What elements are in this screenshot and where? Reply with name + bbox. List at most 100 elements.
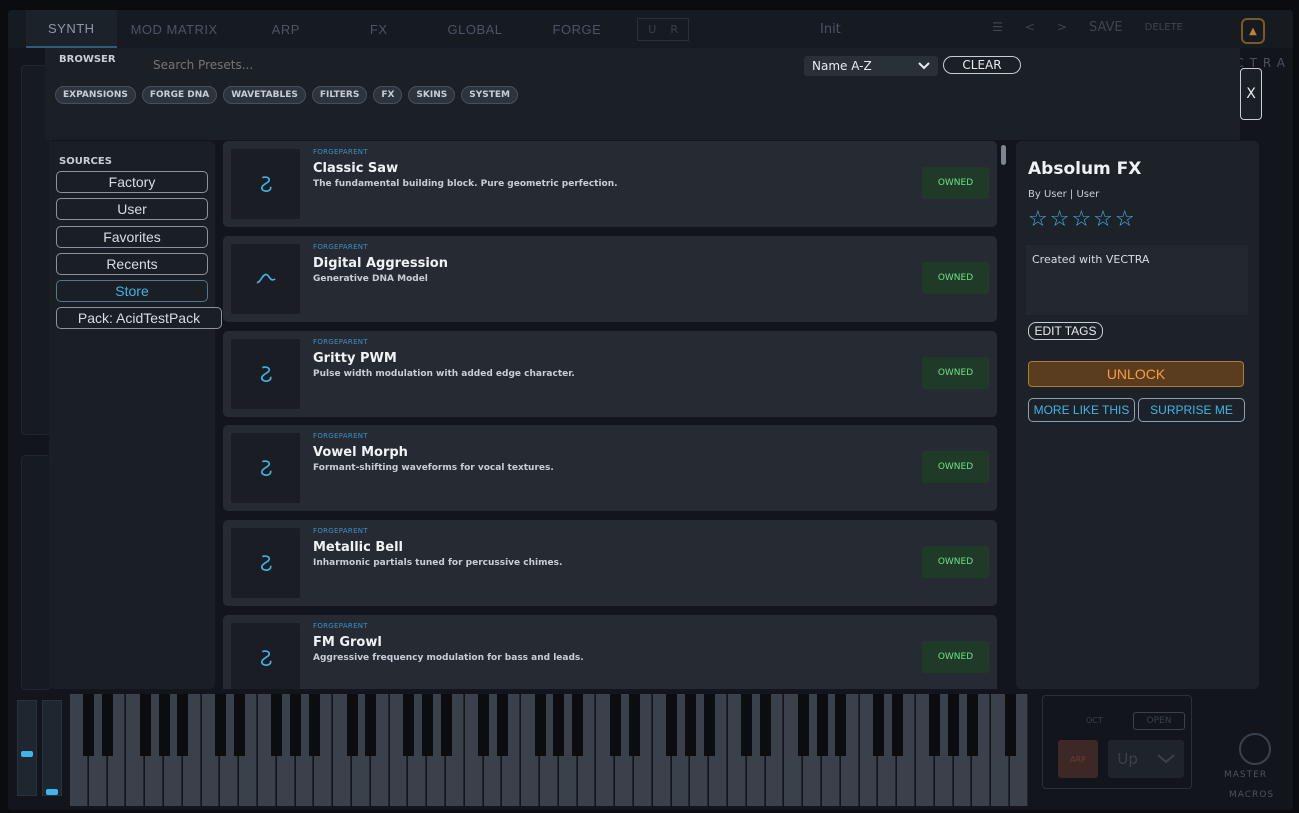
arp-direction-value: Up [1117, 750, 1138, 768]
chip-fx[interactable]: FX [373, 86, 403, 104]
black-key[interactable] [214, 694, 226, 756]
black-key[interactable] [760, 694, 772, 756]
delete-button[interactable]: DELETE [1145, 22, 1183, 35]
chip-wavetables[interactable]: WAVETABLES [223, 86, 306, 104]
black-key[interactable] [816, 694, 828, 756]
slider-knob[interactable] [21, 751, 33, 757]
black-key[interactable] [703, 694, 715, 756]
black-key[interactable] [872, 694, 884, 756]
chip-system[interactable]: SYSTEM [461, 86, 518, 104]
black-key[interactable] [139, 694, 151, 756]
black-key[interactable] [553, 694, 565, 756]
save-button[interactable]: SAVE [1089, 20, 1123, 35]
tab-mod-matrix[interactable]: MOD MATRIX [117, 10, 232, 48]
black-key[interactable] [628, 694, 640, 756]
black-key[interactable] [421, 694, 433, 756]
black-key[interactable] [572, 694, 584, 756]
preset-list-scrollbar[interactable] [1001, 141, 1007, 689]
unlock-button[interactable]: UNLOCK [1028, 361, 1244, 387]
open-button[interactable]: OPEN [1133, 712, 1185, 730]
search-input[interactable] [153, 58, 753, 72]
chevron-down-icon [1156, 750, 1175, 768]
source-favorites[interactable]: Favorites [56, 226, 208, 248]
black-key[interactable] [158, 694, 170, 756]
preset-row[interactable]: FORGEPARENT FM Growl Aggressive frequenc… [223, 615, 997, 689]
preset-description: Pulse width modulation with added edge c… [313, 369, 575, 379]
black-key[interactable] [835, 694, 847, 756]
tab-arp[interactable]: ARP [232, 10, 340, 48]
arp-direction-dropdown[interactable]: Up [1108, 740, 1184, 778]
scrollbar-thumb[interactable] [1001, 145, 1006, 165]
mod-wheel-slider[interactable] [42, 700, 62, 796]
source-pack-acidtestpack[interactable]: Pack: AcidTestPack [56, 307, 222, 329]
surprise-me-button[interactable]: SURPRISE ME [1138, 398, 1245, 422]
preset-detail-panel: Absolum FX By User | User ☆☆☆☆☆ Created … [1016, 141, 1259, 689]
master-volume-knob[interactable] [1239, 733, 1271, 765]
black-key[interactable] [102, 694, 114, 756]
chip-skins[interactable]: SKINS [408, 86, 456, 104]
source-user[interactable]: User [56, 198, 208, 220]
macros-label[interactable]: MACROS [1229, 790, 1274, 800]
undo-button[interactable]: U [648, 23, 656, 36]
black-key[interactable] [797, 694, 809, 756]
slider-knob[interactable] [46, 789, 58, 795]
clear-button[interactable]: CLEAR [943, 56, 1021, 74]
chip-forge-dna[interactable]: FORGE DNA [141, 86, 218, 104]
preset-row[interactable]: FORGEPARENT Digital Aggression Generativ… [223, 236, 997, 322]
preset-type: FORGEPARENT [313, 527, 368, 535]
piano-keyboard[interactable] [70, 694, 1030, 806]
more-like-this-button[interactable]: MORE LIKE THIS [1028, 398, 1135, 422]
black-key[interactable] [233, 694, 245, 756]
tab-fx[interactable]: FX [340, 10, 418, 48]
chip-filters[interactable]: FILTERS [311, 86, 368, 104]
black-key[interactable] [402, 694, 414, 756]
star-rating[interactable]: ☆☆☆☆☆ [1028, 207, 1137, 232]
preset-row[interactable]: FORGEPARENT Vowel Morph Formant-shifting… [223, 425, 997, 511]
tab-global[interactable]: GLOBAL [418, 10, 533, 48]
menu-icon[interactable]: ☰ [992, 20, 1003, 35]
next-preset-button[interactable]: > [1057, 20, 1067, 35]
close-browser-button[interactable]: X [1240, 68, 1262, 120]
sort-dropdown[interactable]: Name A-Z [804, 56, 938, 76]
chip-expansions[interactable]: EXPANSIONS [55, 86, 136, 104]
black-key[interactable] [684, 694, 696, 756]
edit-tags-button[interactable]: EDIT TAGS [1028, 322, 1103, 340]
tab-forge[interactable]: FORGE [533, 10, 622, 48]
black-key[interactable] [177, 694, 189, 756]
black-key[interactable] [534, 694, 546, 756]
sources-panel: SOURCES Factory User Favorites Recents S… [49, 141, 222, 689]
black-key[interactable] [666, 694, 678, 756]
arp-toggle-button[interactable]: ARP [1058, 740, 1098, 778]
black-key[interactable] [496, 694, 508, 756]
preset-row[interactable]: FORGEPARENT Gritty PWM Pulse width modul… [223, 331, 997, 417]
black-key[interactable] [741, 694, 753, 756]
black-key[interactable] [346, 694, 358, 756]
source-recents[interactable]: Recents [56, 253, 208, 275]
source-factory[interactable]: Factory [56, 171, 208, 193]
black-key[interactable] [290, 694, 302, 756]
black-key[interactable] [929, 694, 941, 756]
black-key[interactable] [948, 694, 960, 756]
pitch-bend-slider[interactable] [17, 700, 37, 796]
black-key[interactable] [440, 694, 452, 756]
black-key[interactable] [891, 694, 903, 756]
black-key[interactable] [609, 694, 621, 756]
preset-row[interactable]: FORGEPARENT Metallic Bell Inharmonic par… [223, 520, 997, 606]
black-key[interactable] [478, 694, 490, 756]
black-key[interactable] [966, 694, 978, 756]
black-key[interactable] [271, 694, 283, 756]
preset-thumbnail [231, 149, 300, 219]
black-key[interactable] [1004, 694, 1016, 756]
tab-synth[interactable]: SYNTH [26, 10, 117, 48]
black-key[interactable] [83, 694, 95, 756]
preset-row[interactable]: FORGEPARENT Classic Saw The fundamental … [223, 141, 997, 227]
current-preset-name[interactable]: Init [820, 22, 841, 37]
prev-preset-button[interactable]: < [1025, 20, 1035, 35]
black-key[interactable] [308, 694, 320, 756]
redo-button[interactable]: R [670, 23, 678, 36]
preset-type: FORGEPARENT [313, 243, 368, 251]
black-key[interactable] [365, 694, 377, 756]
source-store[interactable]: Store [56, 280, 208, 302]
owned-badge: OWNED [922, 641, 989, 673]
chevron-down-icon [918, 59, 930, 73]
